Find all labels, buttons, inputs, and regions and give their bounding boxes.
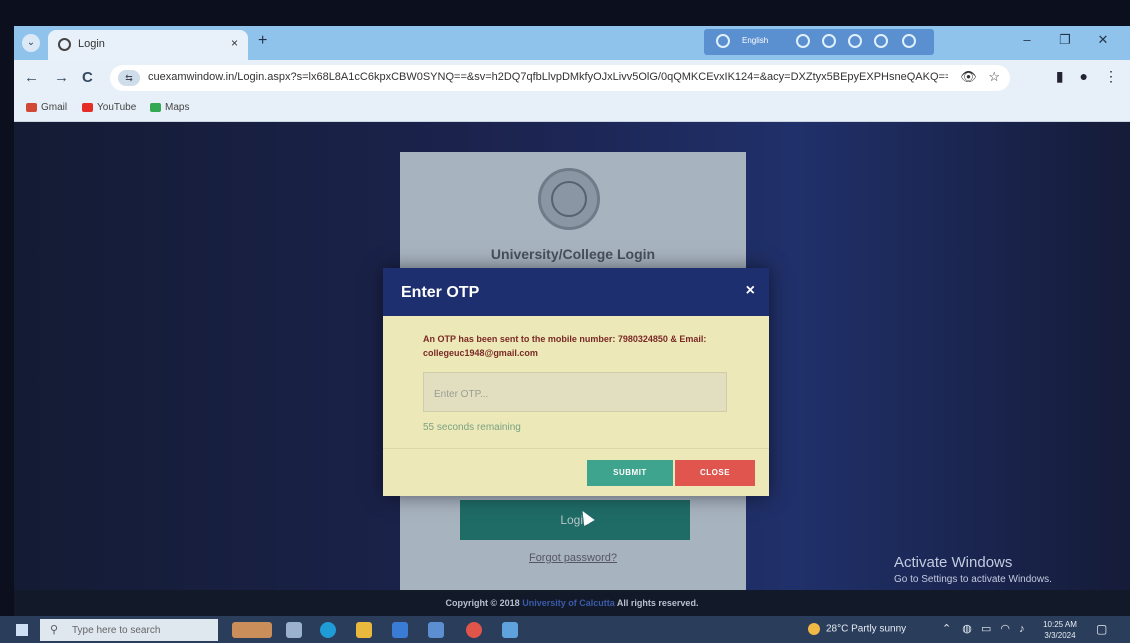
window-controls: – ❐ ✕	[1008, 32, 1122, 48]
bookmark-label: Gmail	[41, 102, 68, 113]
close-button[interactable]: CLOSE	[675, 460, 755, 486]
volume-icon[interactable]: ♪	[1019, 623, 1025, 635]
forward-button[interactable]: →	[54, 69, 69, 86]
restore-button[interactable]: ❐	[1046, 32, 1084, 48]
university-logo	[538, 168, 600, 230]
bookmark-youtube[interactable]: YouTube	[82, 102, 136, 113]
modal-header: Enter OTP ×	[383, 268, 769, 316]
forgot-password-link[interactable]: Forgot password?	[400, 552, 746, 564]
address-bar[interactable]: ⇆ cuexamwindow.in/Login.aspx?s=lx68L8A1c…	[110, 65, 1010, 91]
reload-button[interactable]: C	[82, 69, 93, 86]
submit-button[interactable]: SUBMIT	[587, 460, 673, 486]
bookmarks-bar: Gmail YouTube Maps	[14, 96, 1130, 122]
settings-icon[interactable]	[848, 34, 862, 48]
modal-divider	[383, 448, 769, 449]
weather-text: 28°C Partly sunny	[826, 623, 907, 635]
page-content: University/College Login Login Forgot pa…	[14, 122, 1130, 590]
edge-icon[interactable]	[320, 622, 336, 638]
bookmark-gmail[interactable]: Gmail	[26, 102, 67, 113]
bookmark-label: Maps	[165, 102, 190, 113]
activate-subtitle: Go to Settings to activate Windows.	[894, 574, 1052, 585]
side-panel-icon[interactable]: ▮	[1056, 68, 1064, 85]
copyright-suffix: All rights reserved.	[616, 598, 699, 608]
browser-toolbar: ← → C ⇆ cuexamwindow.in/Login.aspx?s=lx6…	[14, 60, 1130, 96]
file-explorer-icon[interactable]	[356, 622, 372, 638]
app-icon[interactable]	[502, 622, 518, 638]
search-icon: ⚲	[50, 624, 59, 636]
copyright-footer: Copyright © 2018 University of Calcutta …	[14, 590, 1130, 616]
tab-login[interactable]: Login ×	[48, 30, 248, 60]
maps-icon	[150, 102, 161, 112]
close-window-button[interactable]: ✕	[1084, 32, 1122, 48]
windows-taskbar: ⚲ Type here to search 28°C Partly sunny …	[0, 616, 1130, 643]
weather-widget[interactable]: 28°C Partly sunny	[808, 623, 906, 635]
minimize-button[interactable]: –	[1008, 32, 1046, 47]
omnibox-actions: 👁 ☆	[960, 69, 1000, 85]
otp-modal: Enter OTP × An OTP has been sent to the …	[383, 268, 769, 496]
wifi-icon[interactable]: ◠	[1000, 623, 1010, 635]
system-tray: ⌃ ◍ ▭ ◠ ♪	[942, 622, 1025, 635]
language-bar[interactable]: English	[704, 29, 934, 55]
tab-search-chevron-icon[interactable]: ⌄	[22, 34, 40, 52]
task-view-icon[interactable]	[286, 622, 302, 638]
taskbar-search[interactable]: ⚲ Type here to search	[40, 619, 218, 641]
windows-start-icon[interactable]	[16, 624, 28, 636]
activate-windows-watermark: Activate Windows Go to Settings to activ…	[894, 554, 1052, 585]
clock-date: 3/3/2024	[1044, 631, 1076, 640]
login-title: University/College Login	[490, 246, 656, 262]
activate-title: Activate Windows	[894, 554, 1013, 571]
mic-icon[interactable]	[822, 34, 836, 48]
help-icon[interactable]	[874, 34, 888, 48]
view-password-icon[interactable]: 👁	[960, 69, 977, 84]
modal-title: Enter OTP	[401, 284, 480, 301]
taskbar-clock[interactable]: 10:25 AM 3/3/2024	[1040, 619, 1080, 641]
keyboard-icon	[716, 34, 730, 48]
tab-close-icon[interactable]: ×	[231, 36, 238, 50]
back-button[interactable]: ←	[24, 69, 39, 86]
tray-chevron-icon[interactable]: ⌃	[942, 623, 951, 635]
taskbar-search-placeholder: Type here to search	[72, 625, 161, 636]
weather-icon	[808, 623, 820, 635]
input-icon[interactable]	[796, 34, 810, 48]
language-label[interactable]: English	[742, 36, 768, 45]
globe-icon	[58, 38, 71, 51]
logo-emblem	[551, 181, 587, 217]
new-tab-button[interactable]: +	[258, 32, 267, 50]
network-icon[interactable]: ◍	[962, 623, 972, 635]
university-link[interactable]: University of Calcutta	[522, 598, 615, 608]
menu-icon[interactable]: ⋮	[1104, 68, 1118, 85]
profile-avatar[interactable]: ●	[1080, 68, 1088, 84]
chrome-icon[interactable]	[466, 622, 482, 638]
otp-timer: 55 seconds remaining	[423, 422, 521, 433]
store-icon[interactable]	[428, 622, 444, 638]
youtube-icon	[82, 102, 93, 112]
otp-input[interactable]: Enter OTP...	[423, 372, 727, 412]
bookmark-label: YouTube	[97, 102, 137, 113]
login-button[interactable]: Login	[460, 500, 690, 540]
bookmark-maps[interactable]: Maps	[150, 102, 189, 113]
browser-titlebar: ⌄ Login × + English – ❐ ✕	[14, 26, 1130, 60]
tab-title: Login	[78, 38, 105, 50]
url-text[interactable]: cuexamwindow.in/Login.aspx?s=lx68L8A1cC6…	[148, 71, 948, 83]
notification-icon[interactable]: ▢	[1096, 622, 1107, 636]
modal-body: An OTP has been sent to the mobile numbe…	[383, 316, 769, 496]
site-info-icon[interactable]: ⇆	[118, 70, 140, 86]
copyright-prefix: Copyright © 2018	[445, 598, 520, 608]
toolbar-actions: ▮ ● ⋮	[1040, 68, 1118, 85]
modal-close-icon[interactable]: ×	[746, 282, 755, 300]
clock-time: 10:25 AM	[1043, 620, 1077, 629]
battery-icon[interactable]: ▭	[981, 623, 991, 635]
gmail-icon	[26, 102, 37, 112]
mail-icon[interactable]	[392, 622, 408, 638]
bookmark-star-icon[interactable]: ☆	[988, 69, 1000, 84]
screen: ⌄ Login × + English – ❐ ✕ ← → C ⇆ cuexamwi…	[0, 0, 1130, 643]
otp-message: An OTP has been sent to the mobile numbe…	[423, 334, 707, 358]
options-icon[interactable]	[902, 34, 916, 48]
news-widget-icon[interactable]	[232, 622, 272, 638]
